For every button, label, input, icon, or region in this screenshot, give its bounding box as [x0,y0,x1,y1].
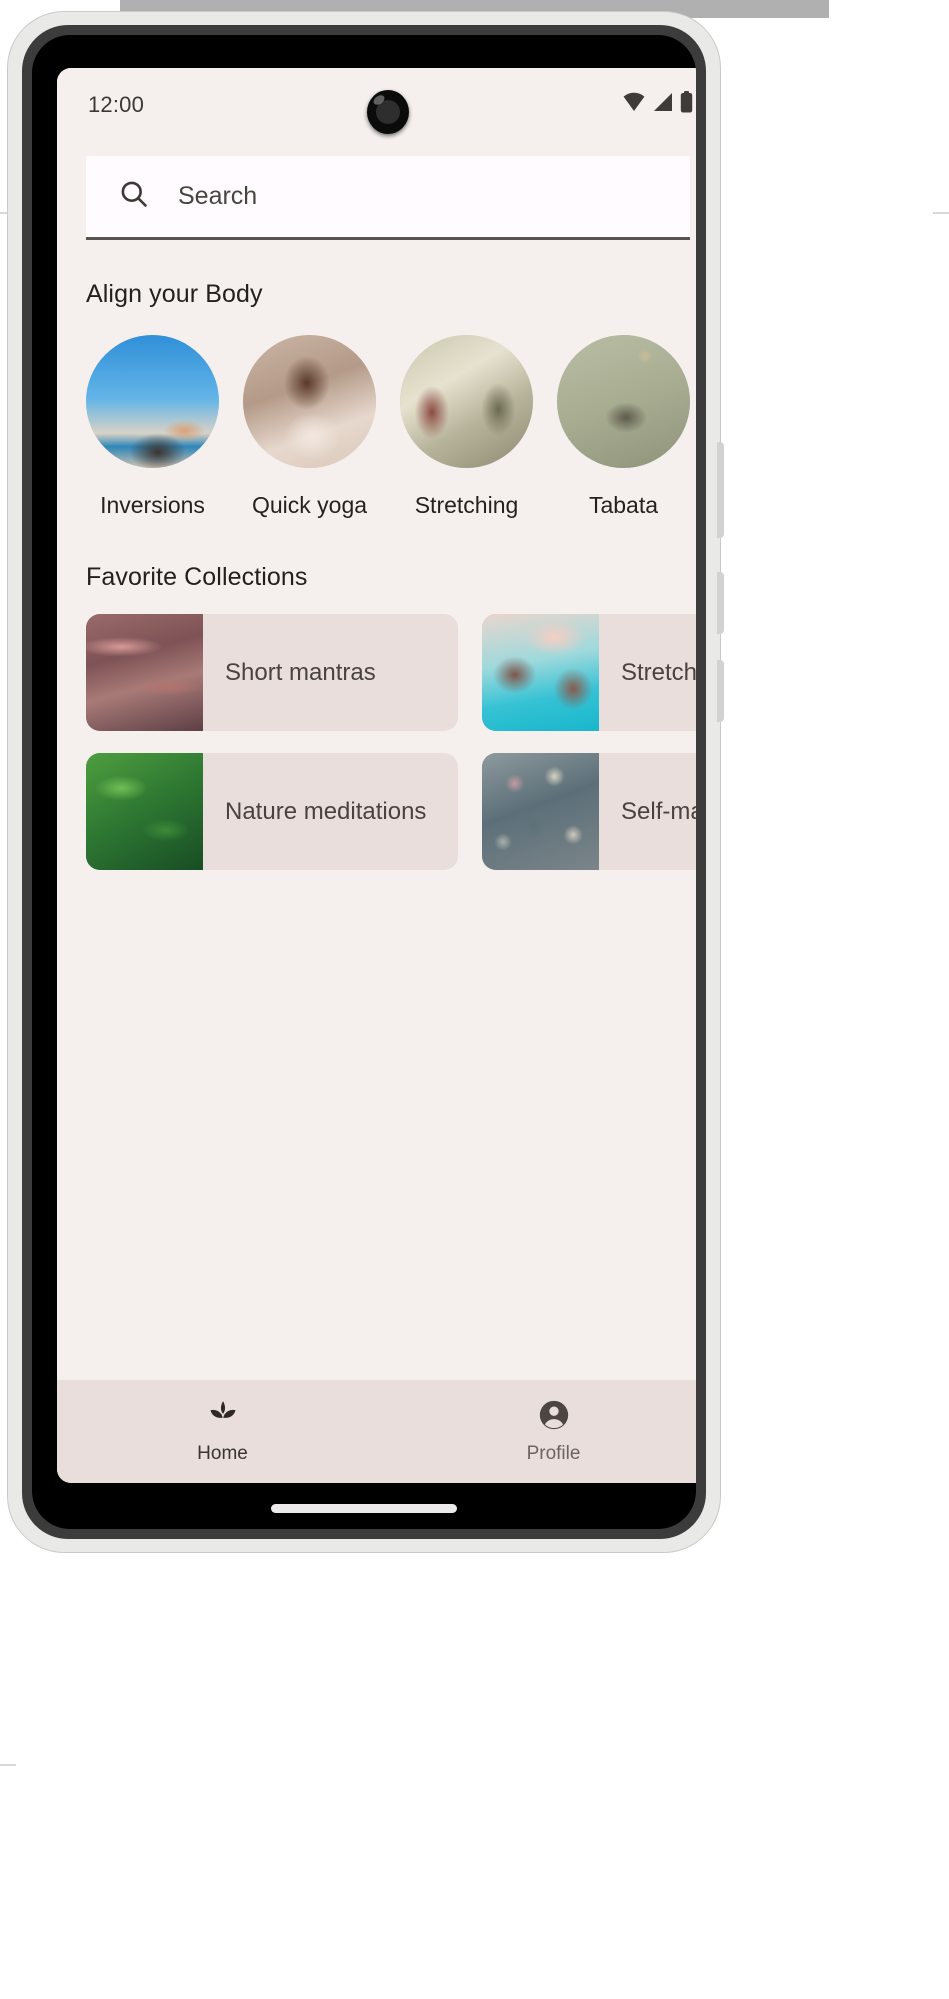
photo-inversions [86,335,219,468]
align-item-quick-yoga[interactable]: Quick yoga [243,335,376,519]
align-item-label: Tabata [588,492,659,518]
nav-item-profile[interactable]: Profile [388,1380,696,1483]
device-side-button-power[interactable] [717,442,724,538]
search-input[interactable] [178,156,690,237]
section-title-favorite-collections: Favorite Collections [86,563,308,591]
search-icon [119,179,149,214]
bottom-navigation-bar: Home Profile [57,1380,696,1483]
status-bar-icons [623,91,693,113]
collection-card-label: Self-massage [621,797,696,825]
photo-fern-leaves [86,753,203,870]
photo-stretching [400,335,533,468]
align-item-tabata[interactable]: Tabata [557,335,690,519]
collection-card-label: Nature meditations [225,797,427,825]
collection-card-short-mantras[interactable]: Short mantras [86,614,458,731]
collection-card-self-massage[interactable]: Self-massage [482,753,696,870]
align-item-stretching[interactable]: Stretching [400,335,533,519]
device-screen-area: 12:00 Search Align your Body Inversions … [32,35,696,1529]
device-side-button-volume-up[interactable] [717,572,724,634]
collection-card-label: Short mantras [225,658,376,686]
collection-card-stretching[interactable]: Stretching [482,614,696,731]
align-item-inversions[interactable]: Inversions [86,335,219,519]
front-camera-punch-hole [367,90,409,134]
system-home-indicator[interactable] [271,1504,457,1513]
align-item-image [86,335,219,468]
device-side-button-volume-down[interactable] [717,660,724,722]
align-item-image [557,335,690,468]
align-item-label: Stretching [414,492,519,518]
collection-card-image [86,753,203,870]
editor-canvas: 12:00 Search Align your Body Inversions … [0,0,949,1999]
backdrop-edge-right-upper [933,212,949,214]
photo-pebbles [482,753,599,870]
align-item-image [400,335,533,468]
search-bar[interactable] [86,156,690,240]
collection-card-nature-meditations[interactable]: Nature meditations [86,753,458,870]
align-your-body-carousel[interactable]: Inversions Quick yoga Stretching Tabata [57,335,696,519]
collection-card-label: Stretching [621,658,696,686]
nav-item-label: Profile [526,1443,581,1464]
backdrop-edge-left-lower [0,1764,16,1766]
status-bar: 12:00 [57,68,696,142]
collection-card-image [86,614,203,731]
search-section [57,156,696,240]
photo-quick-yoga [243,335,376,468]
align-item-label: Inversions [100,492,205,518]
favorite-collections-grid[interactable]: Short mantras Stretching [57,614,696,870]
nav-item-label: Home [197,1443,248,1464]
photo-aerial-beach [482,614,599,731]
device-frame: 12:00 Search Align your Body Inversions … [8,12,724,1552]
device-bezel: 12:00 Search Align your Body Inversions … [22,25,706,1539]
status-bar-clock: 12:00 [88,92,145,117]
battery-icon [680,91,693,113]
collection-card-image [482,614,599,731]
section-title-align-your-body: Align your Body [86,280,263,308]
photo-tabata [557,335,690,468]
spa-flower-icon [206,1398,240,1432]
wifi-icon [623,92,645,112]
nav-item-home[interactable]: Home [57,1380,388,1483]
align-item-image [243,335,376,468]
account-circle-icon [537,1398,571,1432]
photo-ocean-waves [86,614,203,731]
app-screen: 12:00 Search Align your Body Inversions … [57,68,696,1483]
collection-card-image [482,753,599,870]
align-item-label: Quick yoga [251,492,368,518]
cell-signal-icon [652,92,673,112]
